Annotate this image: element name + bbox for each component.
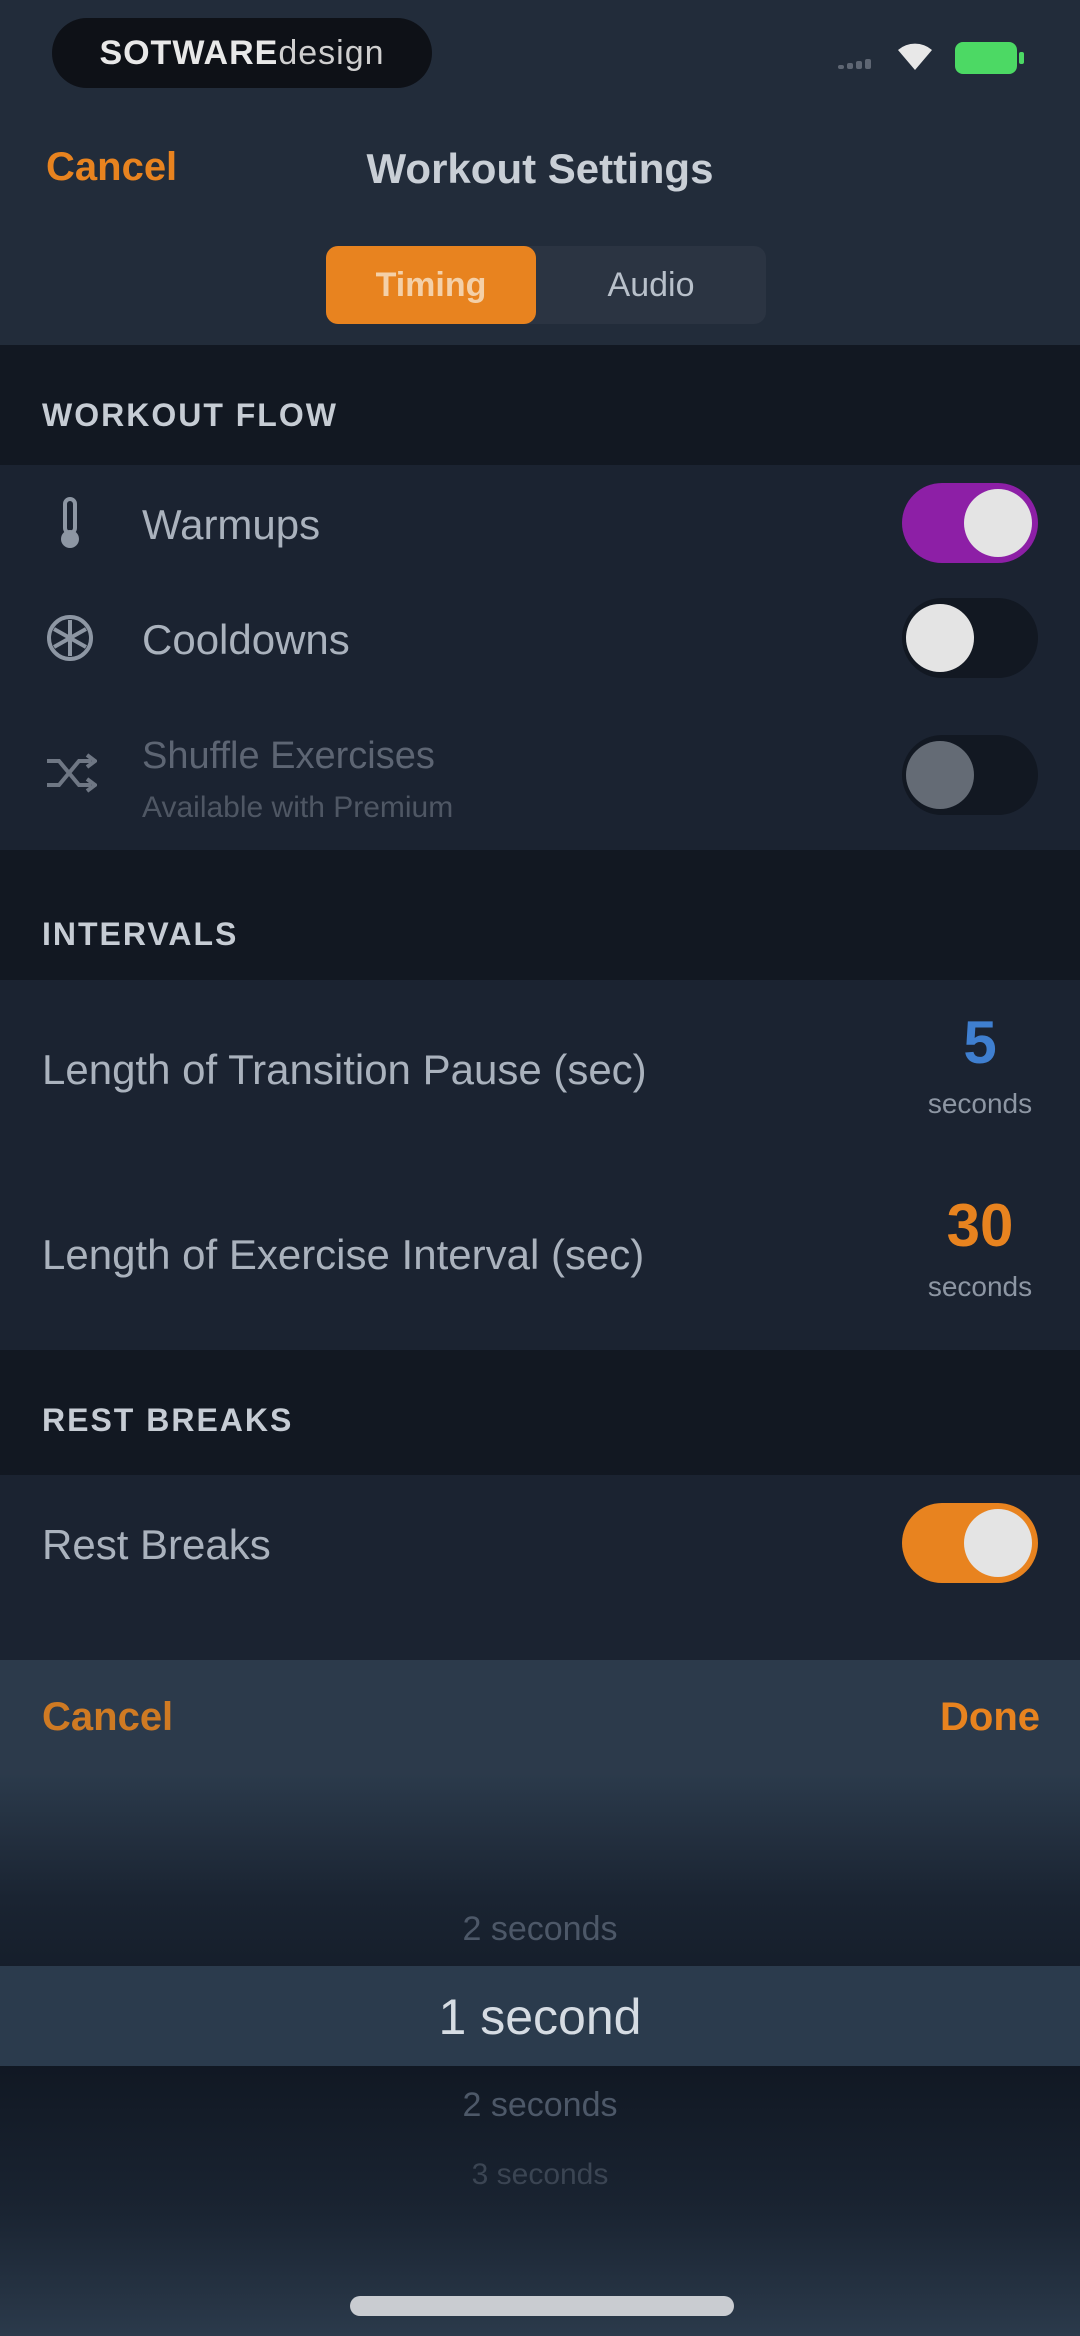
shuffle-label: Shuffle Exercises	[142, 735, 435, 777]
status-pill-bold: SOTWARE	[99, 33, 279, 72]
workout-flow-group: Warmups Cooldowns Shuffle Exercises Avai…	[0, 465, 1080, 850]
picker-option[interactable]: 2 seconds	[0, 2086, 1080, 2125]
exercise-interval-row[interactable]: Length of Exercise Interval (sec) 30 sec…	[0, 1165, 1080, 1350]
warmup-label: Warmups	[142, 501, 321, 548]
section-header-intervals: INTERVALS	[0, 850, 1080, 980]
section-header-rest-breaks: REST BREAKS	[0, 1350, 1080, 1475]
cooldown-row[interactable]: Cooldowns	[0, 580, 1080, 695]
toggle-knob	[964, 489, 1032, 557]
cooldown-label: Cooldowns	[142, 616, 350, 663]
section-title: WORKOUT FLOW	[42, 397, 338, 433]
section-title: REST BREAKS	[42, 1402, 294, 1438]
picker-cancel-button[interactable]: Cancel	[42, 1695, 173, 1740]
section-title: INTERVALS	[42, 916, 239, 952]
status-pill: SOTWARE design	[52, 18, 432, 88]
tab-audio[interactable]: Audio	[546, 246, 756, 324]
transition-pause-label: Length of Transition Pause (sec)	[42, 1046, 647, 1093]
toggle-knob	[964, 1509, 1032, 1577]
cooldown-toggle[interactable]	[902, 598, 1038, 678]
transition-pause-unit: seconds	[927, 1088, 1033, 1119]
page-title: Workout Settings	[366, 145, 714, 192]
tab-timing[interactable]: Timing	[326, 246, 536, 324]
battery-icon	[955, 42, 1024, 74]
exercise-interval-label: Length of Exercise Interval (sec)	[42, 1231, 645, 1278]
rest-breaks-group: Rest Breaks	[0, 1475, 1080, 1660]
rest-breaks-label: Rest Breaks	[42, 1521, 271, 1568]
picker-selected-option[interactable]: 1 second	[0, 1988, 1080, 2046]
exercise-interval-value: 30	[946, 1192, 1014, 1259]
shuffle-icon	[42, 745, 98, 801]
warmup-toggle[interactable]	[902, 483, 1038, 563]
picker-option[interactable]: 3 seconds	[0, 2158, 1080, 2192]
picker-done-button[interactable]: Done	[940, 1695, 1040, 1740]
cellular-signal-icon	[838, 55, 878, 69]
transition-pause-row[interactable]: Length of Transition Pause (sec) 5 secon…	[0, 980, 1080, 1165]
home-indicator	[350, 2296, 734, 2316]
section-header-workout-flow: WORKOUT FLOW	[0, 345, 1080, 465]
thermometer-icon	[42, 495, 98, 551]
toggle-knob	[906, 741, 974, 809]
toggle-knob	[906, 604, 974, 672]
warmup-row[interactable]: Warmups	[0, 465, 1080, 580]
picker-option[interactable]: 2 seconds	[0, 1910, 1080, 1949]
rest-breaks-toggle[interactable]	[902, 1503, 1038, 1583]
snowflake-icon	[42, 610, 98, 666]
status-pill-light: design	[278, 33, 385, 72]
shuffle-row[interactable]: Shuffle Exercises Available with Premium	[0, 695, 1080, 850]
shuffle-toggle[interactable]	[902, 735, 1038, 815]
shuffle-sublabel: Available with Premium	[142, 791, 454, 824]
exercise-interval-unit: seconds	[927, 1271, 1033, 1302]
wifi-icon	[898, 43, 932, 70]
intervals-group: Length of Transition Pause (sec) 5 secon…	[0, 980, 1080, 1350]
rest-breaks-row[interactable]: Rest Breaks	[0, 1475, 1080, 1610]
transition-pause-value: 5	[963, 1009, 997, 1076]
